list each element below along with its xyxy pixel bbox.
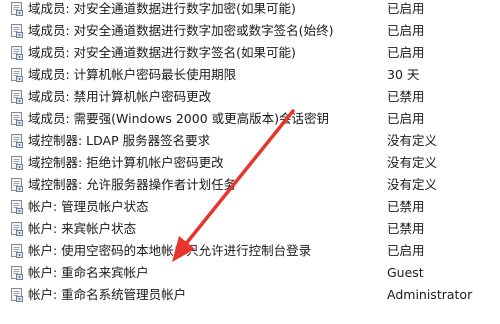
policy-setting: Administrator <box>387 287 473 302</box>
policy-name: 域控制器: 拒绝计算机帐户密码更改 <box>28 155 224 170</box>
policy-row[interactable]: 域控制器: 允许服务器操作者计划任务 没有定义 <box>0 174 500 196</box>
policy-name: 域控制器: LDAP 服务器签名要求 <box>28 133 211 148</box>
policy-name: 帐户: 管理员帐户状态 <box>28 199 149 214</box>
policy-icon <box>9 1 25 17</box>
policy-setting: 已禁用 <box>387 199 425 214</box>
policy-row[interactable]: 域控制器: 拒绝计算机帐户密码更改 没有定义 <box>0 152 500 174</box>
policy-setting: Guest <box>387 265 424 280</box>
policy-row[interactable]: 帐户: 使用空密码的本地帐户只允许进行控制台登录 已启用 <box>0 240 500 262</box>
policy-row[interactable]: 域成员: 对安全通道数据进行数字签名(如果可能) 已启用 <box>0 42 500 64</box>
policy-icon <box>9 243 25 259</box>
policy-setting: 没有定义 <box>387 133 438 148</box>
policy-name: 域成员: 计算机帐户密码最长使用期限 <box>28 67 237 82</box>
policy-row[interactable]: 域成员: 对安全通道数据进行数字加密或数字签名(始终) 已启用 <box>0 20 500 42</box>
policy-setting: 已启用 <box>387 23 425 38</box>
policy-setting: 已启用 <box>387 243 425 258</box>
policy-setting: 已启用 <box>387 45 425 60</box>
policy-row[interactable]: 域成员: 禁用计算机帐户密码更改 已禁用 <box>0 86 500 108</box>
policy-icon <box>9 287 25 303</box>
policy-row[interactable]: 帐户: 重命名来宾帐户 Guest <box>0 262 500 284</box>
policy-row[interactable]: 帐户: 重命名系统管理员帐户 Administrator <box>0 284 500 306</box>
policy-icon <box>9 199 25 215</box>
policy-icon <box>9 177 25 193</box>
policy-name: 域成员: 需要强(Windows 2000 或更高版本)会话密钥 <box>28 111 329 126</box>
policy-name: 帐户: 重命名来宾帐户 <box>28 265 149 280</box>
policy-name: 帐户: 使用空密码的本地帐户只允许进行控制台登录 <box>28 243 312 258</box>
policy-row[interactable]: 域成员: 计算机帐户密码最长使用期限 30 天 <box>0 64 500 86</box>
policy-icon <box>9 23 25 39</box>
policy-row[interactable]: 域控制器: LDAP 服务器签名要求 没有定义 <box>0 130 500 152</box>
policy-name: 帐户: 来宾帐户状态 <box>28 221 137 236</box>
policy-name: 帐户: 重命名系统管理员帐户 <box>28 287 187 302</box>
policy-row[interactable]: 域成员: 对安全通道数据进行数字加密(如果可能) 已启用 <box>0 0 500 20</box>
policy-setting: 已启用 <box>387 111 425 126</box>
policy-row[interactable]: 帐户: 来宾帐户状态 已禁用 <box>0 218 500 240</box>
policy-name: 域成员: 对安全通道数据进行数字加密或数字签名(始终) <box>28 23 334 38</box>
policy-name: 域控制器: 允许服务器操作者计划任务 <box>28 177 237 192</box>
policy-icon <box>9 265 25 281</box>
policy-name: 域成员: 对安全通道数据进行数字加密(如果可能) <box>28 1 296 16</box>
policy-icon <box>9 221 25 237</box>
policy-setting: 已启用 <box>387 1 425 16</box>
policy-setting: 已禁用 <box>387 221 425 236</box>
policy-row[interactable]: 域成员: 需要强(Windows 2000 或更高版本)会话密钥 已启用 <box>0 108 500 130</box>
policy-setting: 没有定义 <box>387 155 438 170</box>
policy-row[interactable]: 帐户: 管理员帐户状态 已禁用 <box>0 196 500 218</box>
policy-name: 域成员: 禁用计算机帐户密码更改 <box>28 89 212 104</box>
policy-setting: 30 天 <box>387 67 420 82</box>
policy-icon <box>9 45 25 61</box>
policy-icon <box>9 133 25 149</box>
policy-list: 域成员: 对安全通道数据进行数字加密(如果可能) 已启用 域成员: 对安全通道数… <box>0 0 500 324</box>
policy-icon <box>9 67 25 83</box>
policy-setting: 没有定义 <box>387 177 438 192</box>
policy-name: 域成员: 对安全通道数据进行数字签名(如果可能) <box>28 45 296 60</box>
policy-icon <box>9 111 25 127</box>
policy-icon <box>9 89 25 105</box>
policy-icon <box>9 155 25 171</box>
policy-setting: 已禁用 <box>387 89 425 104</box>
